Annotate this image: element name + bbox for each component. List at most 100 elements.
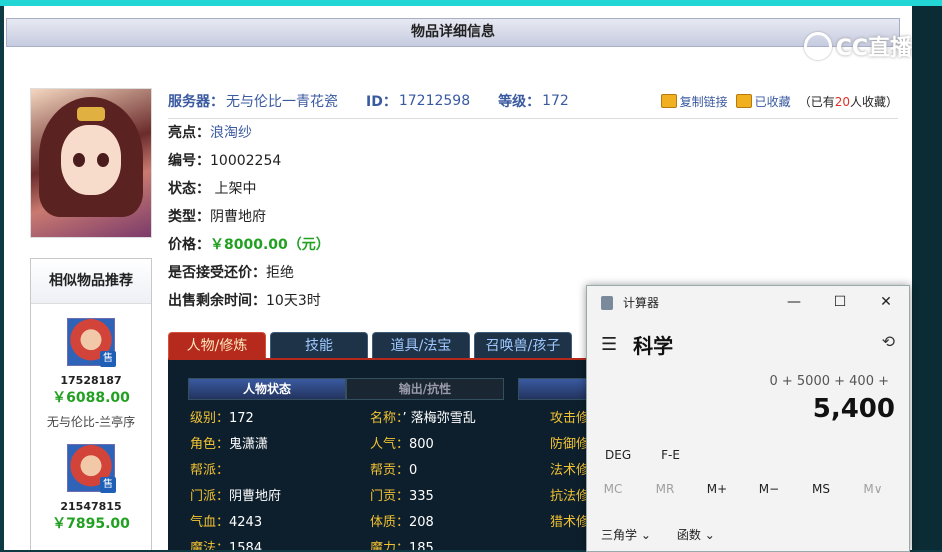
stat-key: 门贡： [370,489,410,504]
stat-value: 0 [409,463,418,478]
stat-item: 角色：鬼潇潇 [190,432,268,458]
detail-value: 上架中 [210,181,257,197]
stat-key: 魔力： [370,541,410,550]
menu-icon[interactable]: ☰ [601,334,617,355]
tab-character[interactable]: 人物/修炼 [168,332,266,359]
maximize-icon[interactable]: ☐ [817,286,863,318]
item-header: 服务器： 无与伦比一青花瓷 ID： 17212598 等级： 172 复制链接 … [168,90,898,119]
detail-key: 编号： [168,153,210,169]
detail-row: 类型：阴曹地府 [168,203,898,231]
memory-button[interactable]: M+ [691,482,743,496]
sale-badge: 售 [100,351,116,367]
detail-row: 状态： 上架中 [168,175,898,203]
stat-item: 抗法修 [550,484,589,510]
id-value: 17212598 [398,93,471,109]
server-value: 无与伦比一青花瓷 [226,94,338,110]
similar-item[interactable]: 售 21547815 ￥7895.00 [31,430,151,533]
stat-value: 阴曹地府 [229,489,282,504]
stat-item: 体质：208 [370,510,434,536]
subtab-resistance[interactable]: 输出/抗性 [346,378,504,400]
detail-row: 编号：10002254 [168,147,898,175]
detail-key: 类型： [168,209,210,225]
tab-items[interactable]: 道具/法宝 [372,332,470,359]
watermark: CC直播 [803,30,912,62]
stat-key: 帮贡： [370,463,410,478]
window-controls: — ☐ ✕ [771,286,909,318]
close-icon[interactable]: ✕ [863,286,909,318]
stat-item: 名称：’ 落梅弥雪乱 [370,406,476,432]
similar-item-price: ￥7895.00 [52,516,130,532]
detail-row: 亮点：浪淘纱 [168,119,898,147]
stat-item: 门贡：335 [370,484,434,510]
stat-key: 帮派： [190,463,230,478]
stat-item: 级别：172 [190,406,254,432]
memory-button[interactable]: M− [743,482,795,496]
deg-button[interactable]: DEG [605,448,631,462]
stat-value: 鬼潇潇 [229,437,269,452]
server-label: 服务器： [168,94,224,110]
tab-pets[interactable]: 召唤兽/孩子 [474,332,572,359]
detail-row: 是否接受还价：拒绝 [168,259,898,287]
stat-item: 门派：阴曹地府 [190,484,281,510]
copy-link-button[interactable]: 复制链接 [660,93,728,110]
stat-item: 帮派： [190,458,229,484]
character-status-panel: 人物状态 输出/抗性 级别：172 名称：’ 落梅弥雪乱 攻击修 角色：鬼潇潇 人气：8… [168,358,610,550]
stat-key: 猎术修 [550,515,590,530]
history-icon[interactable]: ⟲ [882,332,895,351]
function-row: 三角学 ⌄ 函数 ⌄ [601,526,715,543]
stat-item: 气血：4243 [190,510,262,536]
stat-item: 魔力：185 [370,536,434,550]
stat-item: 魔法：1584 [190,536,262,550]
similar-item-id: 17528187 [60,374,122,387]
memory-button[interactable]: MC [587,482,639,496]
stat-key: 气血： [190,515,230,530]
favorite-button[interactable]: 已收藏 [735,93,791,110]
trig-dropdown[interactable]: 三角学 ⌄ [601,526,651,543]
stat-key: 法术修 [550,463,590,478]
similar-item-server: 无与伦比-兰亭序 [46,415,136,429]
level-value: 172 [542,93,569,109]
detail-value: 10002254 [210,153,282,169]
similar-item-id: 21547815 [60,500,122,513]
stat-key: 体质： [370,515,410,530]
similar-item[interactable]: 售 17528187 ￥6088.00 无与伦比-兰亭序 [31,304,151,430]
calculator-titlebar: 计算器 [601,294,659,311]
memory-button[interactable]: MS [795,482,847,496]
stat-item: 猎术修 [550,510,589,536]
angle-row: DEG F-E [605,448,680,462]
link-icon [660,94,677,108]
detail-tabs: 人物/修炼 技能 道具/法宝 召唤兽/孩子 [168,332,572,359]
detail-value: 拒绝 [266,265,294,281]
detail-key: 状态： [168,181,210,197]
calculator-app-icon [601,295,613,310]
function-dropdown[interactable]: 函数 ⌄ [677,526,715,543]
similar-item-price: ￥6088.00 [52,390,130,406]
id-label: ID： [366,94,397,110]
favorite-icon [735,94,752,108]
similar-items-panel: 相似物品推荐 售 17528187 ￥6088.00 无与伦比-兰亭序 售 21… [30,258,152,550]
calculator-result: 5,400 [812,394,895,424]
tab-skills[interactable]: 技能 [270,332,368,359]
calculator-expression: 0 + 5000 + 400 + [769,374,889,389]
stat-value: 800 [409,437,434,452]
minimize-icon[interactable]: — [771,286,817,318]
stat-value: 172 [229,411,254,426]
stat-item: 人气：800 [370,432,434,458]
stat-key: 角色： [190,437,230,452]
item-info: 服务器： 无与伦比一青花瓷 ID： 17212598 等级： 172 复制链接 … [168,90,898,315]
detail-key: 价格： [168,237,210,253]
detail-value[interactable]: 浪淘纱 [210,125,252,141]
similar-items-title: 相似物品推荐 [31,259,151,304]
memory-button[interactable]: M∨ [847,482,899,496]
subtab-status[interactable]: 人物状态 [188,378,346,400]
sale-badge: 售 [100,477,116,493]
fe-button[interactable]: F-E [661,448,680,462]
item-thumbnail[interactable]: 售 [67,318,116,367]
memory-button[interactable]: MR [639,482,691,496]
item-thumbnail[interactable]: 售 [67,444,116,493]
stat-value: 4243 [229,515,263,530]
calculator-mode: 科学 [633,334,674,358]
stat-item: 帮贡：0 [370,458,417,484]
stat-value: 335 [409,489,434,504]
calculator-window[interactable]: 计算器 — ☐ ✕ ☰ 科学 ⟲ 0 + 5000 + 400 + 5,400 … [586,285,910,552]
